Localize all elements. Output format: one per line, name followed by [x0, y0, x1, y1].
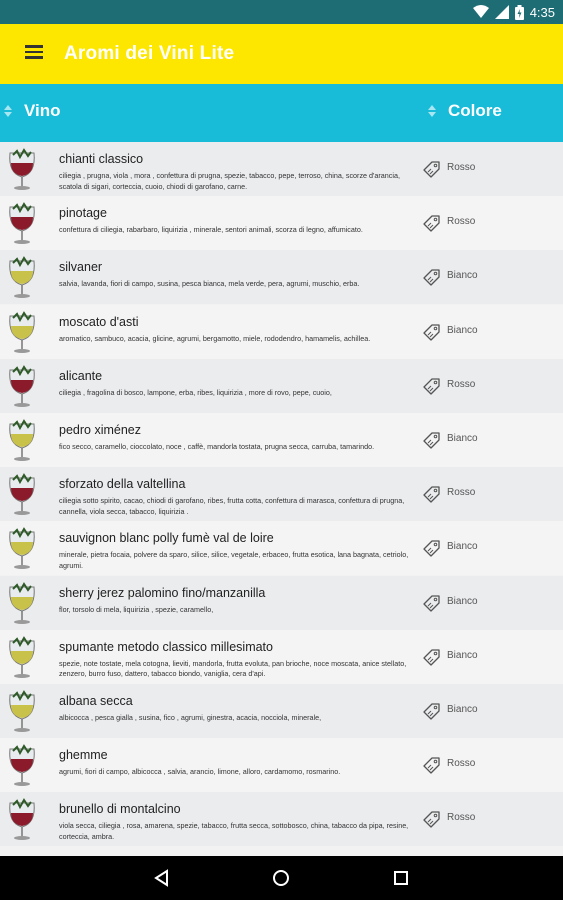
wine-glass-icon — [9, 202, 35, 245]
wine-aromas: minerale, pietra focaia, polvere da spar… — [59, 550, 409, 570]
wine-name: sherry jerez palomino fino/manzanilla — [59, 585, 266, 600]
tag-icon — [423, 432, 440, 449]
table-header: Vino Colore — [0, 84, 563, 142]
wine-glass-icon — [9, 419, 35, 461]
wifi-icon — [472, 5, 489, 18]
wine-list: chianti classico ciliegia , prugna, viola… — [0, 142, 563, 856]
tag-icon — [423, 269, 440, 287]
wine-glass-icon — [9, 364, 35, 407]
wine-row[interactable]: sauvignon blanc polly fumè val de loire m… — [0, 521, 563, 576]
wine-color: Rosso — [447, 216, 476, 228]
wine-row[interactable]: moscato d'asti aromatico, sambuco, acacia… — [0, 304, 563, 359]
wine-name: sforzato della valtellina — [59, 477, 186, 492]
system-nav-bar — [0, 856, 563, 900]
wine-glass-icon — [9, 148, 35, 190]
column-vino-label: Vino — [24, 101, 61, 120]
wine-name: pinotage — [59, 206, 107, 221]
wine-row[interactable]: pinotage confettura di ciliegia, rabarbar… — [0, 196, 563, 251]
wine-color: Bianco — [447, 433, 478, 444]
wine-color: Bianco — [447, 649, 478, 661]
wine-color: Rosso — [447, 162, 476, 173]
wine-glass-icon — [9, 310, 35, 353]
wine-aromas: salvia, lavanda, fiori di campo, susina,… — [59, 279, 360, 289]
wine-color: Rosso — [447, 487, 476, 499]
wine-row[interactable]: chianti classico ciliegia , prugna, viola… — [0, 142, 563, 196]
wine-glass-icon — [9, 635, 35, 678]
tag-icon — [423, 215, 440, 232]
wine-row[interactable]: sforzato della valtellina ciliegia sotto … — [0, 467, 563, 522]
tag-icon — [423, 811, 440, 829]
wine-name: pedro ximénez — [59, 423, 141, 437]
wine-row[interactable]: spumante metodo classico millesimato spez… — [0, 629, 563, 684]
app-title: Aromi dei Vini Lite — [64, 43, 235, 64]
wine-name: moscato d'asti — [59, 314, 139, 329]
wine-aromas: ciliegia , fragolina di bosco, lampone, … — [59, 387, 332, 397]
wine-name: silvaner — [59, 260, 103, 275]
wine-color: Rosso — [447, 758, 476, 770]
wine-name: sauvignon blanc polly fumè val de loire — [59, 531, 274, 546]
wine-row[interactable]: ghemme agrumi, fiori di campo, albicocca … — [0, 738, 563, 793]
wine-aromas: ciliegia sotto spirito, cacao, chiodi di… — [59, 496, 405, 516]
wine-glass-icon — [9, 798, 35, 841]
wine-glass-icon — [9, 527, 35, 570]
tag-icon — [423, 540, 440, 558]
wine-color: Bianco — [447, 704, 478, 715]
wine-color: Bianco — [447, 324, 478, 336]
back-icon[interactable] — [152, 868, 172, 888]
wine-color: Rosso — [447, 812, 476, 824]
wine-row[interactable]: sherry jerez palomino fino/manzanilla flo… — [0, 575, 563, 630]
wine-aromas: confettura di ciliegia, rabarbaro, liqui… — [59, 225, 363, 235]
wine-name: ghemme — [59, 748, 108, 763]
status-time: 4:35 — [529, 4, 555, 20]
wine-name: brunello di montalcino — [59, 802, 181, 817]
wine-color: Rosso — [447, 378, 476, 390]
wine-glass-icon — [9, 581, 35, 624]
app-bar: Aromi dei Vini Lite — [0, 24, 563, 84]
wine-aromas: aromatico, sambuco, acacia, glicine, agr… — [59, 333, 371, 343]
wine-name: albana secca — [59, 694, 133, 708]
tag-icon — [423, 486, 440, 503]
sort-icon — [428, 105, 436, 117]
home-icon[interactable] — [271, 868, 291, 888]
wine-name: chianti classico — [59, 152, 144, 166]
tag-icon — [423, 757, 440, 774]
wine-row[interactable]: silvaner salvia, lavanda, fiori di campo,… — [0, 250, 563, 305]
wine-aromas: flor, torsolo di mela, liquirizia , spez… — [59, 604, 214, 614]
battery-icon — [514, 4, 524, 20]
wine-name: spumante metodo classico millesimato — [59, 639, 273, 654]
tag-icon — [423, 649, 440, 666]
tag-icon — [423, 594, 440, 612]
wine-color: Bianco — [447, 270, 478, 282]
column-colore-label: Colore — [448, 101, 502, 120]
wine-color: Bianco — [447, 541, 478, 553]
wine-aromas: fico secco, caramello, cioccolato, noce … — [59, 442, 375, 451]
wine-name: alicante — [59, 368, 103, 383]
wine-glass-icon — [9, 473, 35, 516]
wine-aromas: albicocca , pesca gialla , susina, fico … — [59, 713, 322, 722]
wine-row[interactable]: pedro ximénez fico secco, caramello, cioc… — [0, 413, 563, 467]
tag-icon — [423, 378, 440, 395]
status-icons: 4:35 — [472, 3, 555, 21]
wine-row[interactable]: alicante ciliegia , fragolina di bosco, l… — [0, 358, 563, 413]
tag-icon — [423, 161, 440, 178]
signal-icon — [494, 5, 509, 19]
wine-row[interactable]: albana secca albicocca , pesca gialla , s… — [0, 684, 563, 738]
tag-icon — [423, 323, 440, 341]
hamburger-menu-icon[interactable] — [22, 42, 46, 66]
wine-glass-icon — [9, 690, 35, 732]
recents-icon[interactable] — [391, 868, 411, 888]
tag-icon — [423, 703, 440, 720]
wine-color: Bianco — [447, 595, 478, 607]
wine-aromas: ciliegia , prugna, viola , mora , confet… — [59, 171, 400, 191]
wine-glass-icon — [9, 744, 35, 787]
wine-aromas: viola secca, ciliegia , rosa, amarena, s… — [59, 821, 409, 841]
sort-icon — [4, 105, 12, 117]
status-bar: 4:35 — [0, 0, 563, 24]
wine-aromas: agrumi, fiori di campo, albicocca , salv… — [59, 767, 341, 777]
column-colore-header[interactable]: Colore — [428, 101, 502, 121]
wine-glass-icon — [9, 256, 35, 299]
wine-row[interactable]: brunello di montalcino viola secca, cilie… — [0, 792, 563, 847]
column-vino-header[interactable]: Vino — [4, 101, 61, 121]
wine-aromas: spezie, note tostate, mela cotogna, liev… — [59, 658, 407, 679]
